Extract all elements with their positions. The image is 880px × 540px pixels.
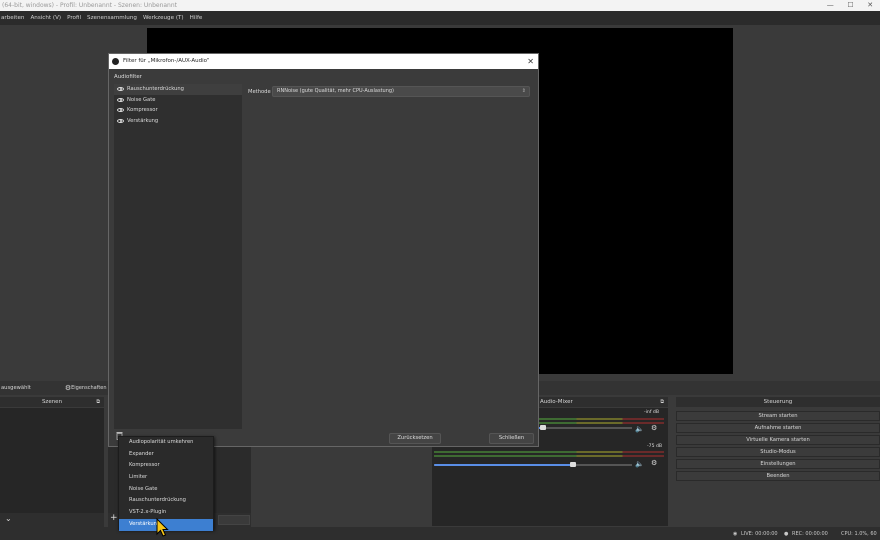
start-stream-button[interactable]: Stream starten xyxy=(676,411,880,421)
menu-help[interactable]: Hilfe xyxy=(190,15,203,21)
controls-title: Steuerung xyxy=(763,399,793,405)
filter-label: Kompressor xyxy=(127,107,158,114)
menu-profile[interactable]: Profil xyxy=(67,15,81,21)
maximize-icon[interactable]: ☐ xyxy=(847,0,853,11)
menu-view[interactable]: Ansicht (V) xyxy=(30,15,61,21)
menu-edit[interactable]: arbeiten xyxy=(1,15,24,21)
start-virtual-camera-button[interactable]: Virtuelle Kamera starten xyxy=(676,435,880,445)
eye-icon[interactable] xyxy=(117,87,124,92)
filter-item-noise-suppression[interactable]: Rauschunterdrückung xyxy=(114,84,242,95)
live-status: LIVE: 00:00:00 xyxy=(741,531,778,537)
close-window-icon[interactable]: ✕ xyxy=(867,0,873,11)
menu-item-invert-polarity[interactable]: Audiopolarität umkehren xyxy=(119,437,213,449)
scenes-footer: ⌄ xyxy=(0,513,104,527)
reset-button[interactable]: Zurücksetzen xyxy=(389,433,441,444)
window-title-bar: (64-bit, windows) - Profil: Unbenannt - … xyxy=(0,0,880,11)
minimize-icon[interactable]: — xyxy=(827,0,834,11)
menu-item-limiter[interactable]: Limiter xyxy=(119,472,213,484)
dock-popout-icon[interactable]: ⧉ xyxy=(96,397,100,407)
exit-button[interactable]: Beenden xyxy=(676,471,880,481)
select-arrows-icon: ⇕ xyxy=(521,88,526,94)
filter-item-compressor[interactable]: Kompressor xyxy=(114,105,242,116)
menu-item-noise-gate[interactable]: Noise Gate xyxy=(119,484,213,496)
filter-label: Verstärkung xyxy=(127,117,159,124)
window-title: (64-bit, windows) - Profil: Unbenannt - … xyxy=(2,2,178,9)
eye-icon[interactable] xyxy=(117,118,124,123)
track2-slider-fill xyxy=(434,464,572,466)
track2-slider-track[interactable] xyxy=(434,462,632,467)
method-label: Methode xyxy=(248,89,271,95)
chevron-down-icon[interactable]: ⌄ xyxy=(5,514,12,523)
obs-logo-icon xyxy=(112,58,119,65)
filter-label: Rauschunterdrückung xyxy=(127,86,184,93)
gear-icon[interactable]: ⚙ xyxy=(651,459,657,467)
track1-slider-handle[interactable] xyxy=(540,425,546,430)
add-filter-menu: Audiopolarität umkehren Expander Kompres… xyxy=(118,436,214,531)
method-value: RNNoise (gute Qualität, mehr CPU-Auslast… xyxy=(277,88,394,94)
filter-item-noise-gate[interactable]: Noise Gate xyxy=(114,95,242,106)
close-button[interactable]: Schließen xyxy=(489,433,534,444)
speaker-icon[interactable]: 🔈 xyxy=(635,425,644,433)
studio-mode-button[interactable]: Studio-Modus xyxy=(676,447,880,457)
live-icon: ◉ xyxy=(733,531,738,537)
start-recording-button[interactable]: Aufnahme starten xyxy=(676,423,880,433)
menu-item-compressor[interactable]: Kompressor xyxy=(119,460,213,472)
add-icon[interactable]: + xyxy=(110,513,118,523)
eye-icon[interactable] xyxy=(117,108,124,113)
menu-bar: arbeiten Ansicht (V) Profil Szenensammlu… xyxy=(0,11,880,25)
controls-dock-header: Steuerung xyxy=(676,397,880,407)
dialog-title: Filter für „Mikrofon-/AUX-Audio“ xyxy=(123,58,210,64)
filters-dialog: Filter für „Mikrofon-/AUX-Audio“ ✕ Audio… xyxy=(108,53,539,447)
source-toolbar: ausgewählt ⚙ Eigenschaften xyxy=(0,381,112,395)
properties-button[interactable]: Eigenschaften xyxy=(71,385,106,391)
mouse-cursor-icon xyxy=(156,518,169,537)
filter-item-gain[interactable]: Verstärkung xyxy=(114,116,242,127)
mixer-title: Audio-Mixer xyxy=(540,399,573,405)
track2-meter xyxy=(434,451,664,453)
menu-item-noise-suppression[interactable]: Rauschunterdrückung xyxy=(119,495,213,507)
filter-label: Noise Gate xyxy=(127,96,156,103)
menu-tools[interactable]: Werkzeuge (T) xyxy=(143,15,184,21)
track2-slider-handle[interactable] xyxy=(570,462,576,467)
dock-popout-icon[interactable]: ⧉ xyxy=(660,397,664,407)
menu-item-expander[interactable]: Expander xyxy=(119,449,213,461)
window-controls: — ☐ ✕ xyxy=(820,0,880,11)
scenes-title: Szenen xyxy=(41,399,63,405)
audio-filters-label: Audiofilter xyxy=(114,74,142,80)
track2-db-label: -75 dB xyxy=(647,444,663,449)
menu-scene-collection[interactable]: Szenensammlung xyxy=(87,15,137,21)
scenes-dock-header: Szenen ⧉ xyxy=(0,397,104,407)
track1-db-label: -inf dB xyxy=(644,410,659,415)
source-status-label: ausgewählt xyxy=(1,385,31,391)
method-select[interactable]: RNNoise (gute Qualität, mehr CPU-Auslast… xyxy=(272,86,530,97)
speaker-icon[interactable]: 🔈 xyxy=(635,460,644,468)
dialog-title-bar: Filter für „Mikrofon-/AUX-Audio“ ✕ xyxy=(109,54,538,69)
source-toolbar-button[interactable] xyxy=(218,515,250,525)
scenes-list[interactable] xyxy=(0,408,104,513)
eye-icon[interactable] xyxy=(117,97,124,102)
rec-status: REC: 00:00:00 xyxy=(792,531,828,537)
settings-button[interactable]: Einstellungen xyxy=(676,459,880,469)
record-icon: ● xyxy=(784,531,789,537)
gear-icon[interactable]: ⚙ xyxy=(651,424,657,432)
track2-meter-2 xyxy=(434,455,664,457)
cpu-status: CPU: 1.0%, 60 xyxy=(841,531,877,537)
filter-list: Rauschunterdrückung Noise Gate Kompresso… xyxy=(114,84,242,429)
close-icon[interactable]: ✕ xyxy=(527,54,534,69)
